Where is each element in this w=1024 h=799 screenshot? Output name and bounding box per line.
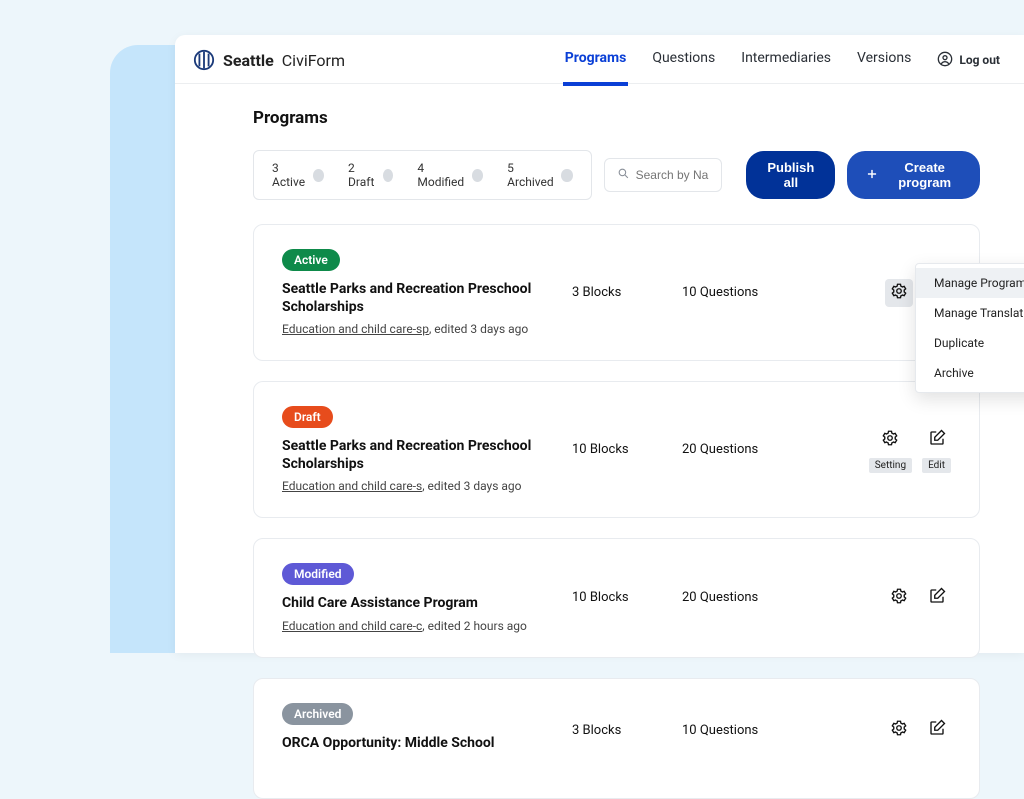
blocks-count: 10 Blocks [572,442,682,457]
settings-label: Setting [869,458,912,473]
brand: Seattle CiviForm [193,49,345,71]
info-dot-icon [383,169,393,182]
filter-bar: 3 Active 2 Draft 4 Modified 5 Archived [253,150,592,200]
titlebar: Seattle CiviForm Programs Questions Inte… [175,35,1024,84]
settings-button[interactable] [885,716,913,744]
main-nav: Programs Questions Intermediaries Versio… [565,50,1000,70]
nav-programs[interactable]: Programs [565,50,627,70]
program-title: Seattle Parks and Recreation Preschool S… [282,281,572,316]
settings-button[interactable] [885,584,913,612]
program-title: Child Care Assistance Program [282,595,572,613]
create-program-button[interactable]: Create program [847,151,980,199]
settings-dropdown: Manage Program Admins Manage Translation… [915,263,1024,393]
info-dot-icon [313,169,324,182]
filter-archived-label: 5 Archived [507,161,555,189]
logout-link[interactable]: Log out [937,51,1000,70]
questions-count: 10 Questions [682,285,792,300]
nav-questions[interactable]: Questions [652,50,715,70]
gear-icon [881,429,899,451]
app-window: Seattle CiviForm Programs Questions Inte… [175,35,1024,653]
search-icon [617,167,630,183]
gear-icon [890,282,908,304]
blocks-count: 3 Blocks [572,723,682,738]
menu-duplicate[interactable]: Duplicate [916,328,1024,358]
program-title: ORCA Opportunity: Middle School [282,735,572,753]
settings-button[interactable] [885,279,913,307]
publish-all-label: Publish all [764,160,817,190]
brand-product: CiviForm [282,51,345,70]
edit-icon [928,429,946,451]
program-category-link[interactable]: Education and child care-s [282,479,422,493]
edit-button[interactable] [923,716,951,744]
program-meta: Education and child care-s, edited 3 day… [282,479,572,493]
blocks-count: 3 Blocks [572,285,682,300]
plus-icon [865,167,879,184]
page-title: Programs [253,108,980,128]
create-program-label: Create program [887,160,962,190]
program-edited: , edited 2 hours ago [422,619,527,633]
questions-count: 10 Questions [682,723,792,738]
questions-count: 20 Questions [682,590,792,605]
city-logo-icon [193,49,215,71]
edit-icon [928,587,946,609]
filter-active-label: 3 Active [272,161,307,189]
filter-draft-label: 2 Draft [348,161,377,189]
search-box[interactable] [604,158,723,192]
program-meta: Education and child care-sp, edited 3 da… [282,322,572,336]
filter-draft[interactable]: 2 Draft [348,161,393,189]
status-badge: Archived [282,703,353,725]
menu-manage-translations[interactable]: Manage Translations [916,298,1024,328]
menu-archive[interactable]: Archive [916,358,1024,388]
info-dot-icon [561,169,572,182]
nav-versions[interactable]: Versions [857,50,911,70]
filter-archived[interactable]: 5 Archived [507,161,572,189]
controls-row: 3 Active 2 Draft 4 Modified 5 Archived [253,150,980,200]
brand-city: Seattle [223,51,274,70]
program-edited: , edited 3 days ago [429,322,528,336]
settings-button[interactable] [876,426,904,454]
menu-manage-admins[interactable]: Manage Program Admins [916,268,1024,298]
questions-count: 20 Questions [682,442,792,457]
status-badge: Draft [282,406,333,428]
edit-label: Edit [922,458,951,473]
status-badge: Active [282,249,340,271]
gear-icon [890,719,908,741]
gear-icon [890,587,908,609]
filter-modified[interactable]: 4 Modified [417,161,483,189]
edit-icon [928,719,946,741]
info-dot-icon [472,169,483,182]
program-meta: Education and child care-c, edited 2 hou… [282,619,572,633]
program-card: Archived ORCA Opportunity: Middle School… [253,678,980,799]
edit-button[interactable] [923,584,951,612]
filter-active[interactable]: 3 Active [272,161,324,189]
program-category-link[interactable]: Education and child care-sp [282,322,429,336]
blocks-count: 10 Blocks [572,590,682,605]
program-card: Draft Seattle Parks and Recreation Presc… [253,381,980,518]
program-edited: , edited 3 days ago [422,479,521,493]
status-badge: Modified [282,563,354,585]
edit-button[interactable] [923,426,951,454]
program-title: Seattle Parks and Recreation Preschool S… [282,438,572,473]
logout-label: Log out [959,53,1000,67]
search-input[interactable] [636,168,710,182]
content-area: Programs 3 Active 2 Draft 4 Modified 5 A… [175,84,1024,799]
program-card: Modified Child Care Assistance Program E… [253,538,980,658]
nav-intermediaries[interactable]: Intermediaries [741,50,831,70]
filter-modified-label: 4 Modified [417,161,466,189]
program-card: Active Seattle Parks and Recreation Pres… [253,224,980,361]
user-circle-icon [937,51,953,70]
program-category-link[interactable]: Education and child care-c [282,619,422,633]
publish-all-button[interactable]: Publish all [746,151,835,199]
